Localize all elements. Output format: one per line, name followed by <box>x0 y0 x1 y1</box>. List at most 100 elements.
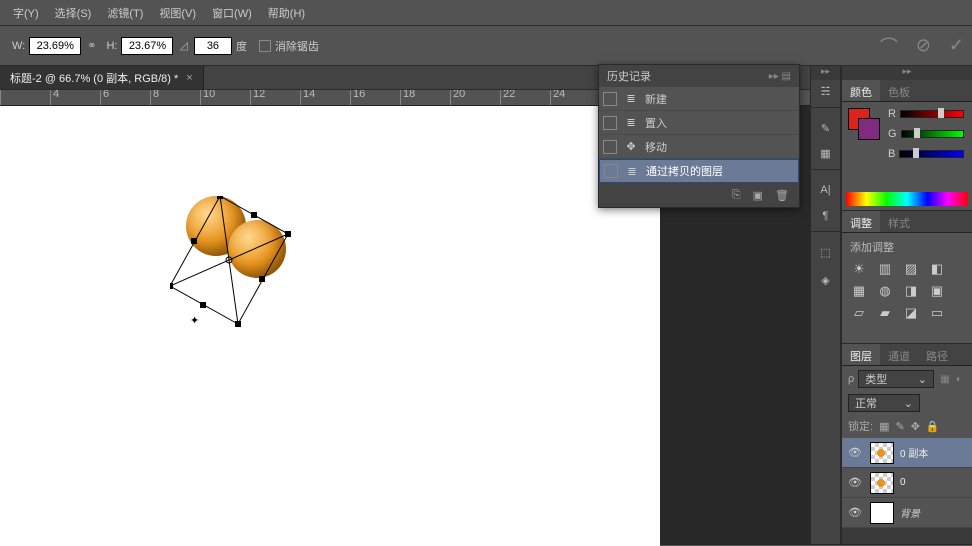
g-slider[interactable]: G <box>888 128 968 140</box>
camera-icon[interactable]: ▣ <box>753 189 763 202</box>
bw-icon[interactable]: ◨ <box>902 283 920 299</box>
document-icon: ≣ <box>623 92 639 105</box>
history-panel-icon[interactable]: ☵ <box>811 80 840 108</box>
layer-row[interactable]: 👁 0 副本 <box>842 438 972 468</box>
brightness-icon[interactable]: ☀ <box>850 261 868 277</box>
posterize-icon[interactable]: ▰ <box>876 305 894 321</box>
levels-icon[interactable]: ▥ <box>876 261 894 277</box>
curves-icon[interactable]: ▨ <box>902 261 920 277</box>
antialias-label: 消除锯齿 <box>275 38 319 54</box>
cancel-icon[interactable]: ⊘ <box>916 35 931 56</box>
collapsed-panel-dock: ▸▸ ☵ ✎ ▦ A| ¶ ⬚ ◈ <box>810 66 841 544</box>
exposure-icon[interactable]: ◧ <box>928 261 946 277</box>
layer-name[interactable]: 0 <box>900 477 906 488</box>
warp-icon[interactable]: ⌒ <box>880 33 898 59</box>
menu-select[interactable]: 选择(S) <box>47 1 100 25</box>
threshold-icon[interactable]: ◪ <box>902 305 920 321</box>
layer-row[interactable]: 👁 背景 <box>842 498 972 528</box>
layer-name[interactable]: 0 副本 <box>900 445 928 460</box>
history-item-checkbox[interactable] <box>603 92 617 106</box>
history-footer: ⎘ ▣ 🗑 <box>599 183 799 207</box>
tab-swatches[interactable]: 色板 <box>880 80 918 101</box>
visibility-icon[interactable]: 👁 <box>848 476 864 489</box>
brush-presets-icon[interactable]: ▦ <box>811 142 840 170</box>
color-panel-tabs: 颜色 色板 <box>842 80 972 102</box>
right-panels: ▸▸ 颜色 色板 R G B 调整 样式 添加调整 ☀▥ ▨◧ ▦◍ ◨▣ <box>841 66 972 544</box>
close-icon[interactable]: × <box>186 72 192 84</box>
move-icon: ✥ <box>623 140 639 153</box>
filter-adjust-icon[interactable]: ◐ <box>952 374 966 385</box>
lock-all-icon[interactable]: 🔒 <box>926 420 940 433</box>
menu-bar: 字(Y) 选择(S) 滤镜(T) 视图(V) 窗口(W) 帮助(H) <box>0 0 972 26</box>
history-item-checkbox[interactable] <box>604 164 618 178</box>
tab-styles[interactable]: 样式 <box>880 211 918 232</box>
lock-transparency-icon[interactable]: ▦ <box>879 420 889 433</box>
canvas[interactable]: ✦ <box>0 106 660 546</box>
visibility-icon[interactable]: 👁 <box>848 506 864 519</box>
layer-row[interactable]: 👁 0 <box>842 468 972 498</box>
photo-filter-icon[interactable]: ▣ <box>928 283 946 299</box>
layer-name[interactable]: 背景 <box>900 505 920 520</box>
commit-icon[interactable]: ✓ <box>949 35 964 56</box>
w-label: W: <box>12 40 25 52</box>
visibility-icon[interactable]: 👁 <box>848 446 864 459</box>
history-item-checkbox[interactable] <box>603 116 617 130</box>
expand-dock-icon[interactable]: ▸▸ <box>811 66 840 80</box>
history-item-label: 置入 <box>645 115 667 131</box>
h-label: H: <box>106 40 117 52</box>
collapse-panels-icon[interactable]: ▸▸ <box>842 66 972 80</box>
hue-ramp[interactable] <box>846 192 968 206</box>
history-item-move[interactable]: ✥ 移动 <box>599 135 799 159</box>
navigator-panel-icon[interactable]: ◈ <box>811 266 840 294</box>
tab-paths[interactable]: 路径 <box>918 344 956 365</box>
tab-adjustments[interactable]: 调整 <box>842 211 880 232</box>
history-item-checkbox[interactable] <box>603 140 617 154</box>
history-item-layer-via-copy[interactable]: ≣ 通过拷贝的图层 <box>599 159 799 183</box>
lock-position-icon[interactable]: ✥ <box>911 420 920 433</box>
menu-text[interactable]: 字(Y) <box>5 1 47 25</box>
w-input[interactable] <box>29 37 81 55</box>
gradient-map-icon[interactable]: ▭ <box>928 305 946 321</box>
sphere-copy[interactable] <box>228 220 286 278</box>
character-panel-icon[interactable]: A| <box>811 176 840 204</box>
styles-panel-icon[interactable]: ⬚ <box>811 238 840 266</box>
menu-help[interactable]: 帮助(H) <box>260 1 313 25</box>
filter-pixel-icon[interactable]: ▦ <box>938 374 952 385</box>
panel-menu-icon[interactable]: ▸▸ ▤ <box>769 71 791 82</box>
antialias-checkbox[interactable] <box>259 40 271 52</box>
tab-layers[interactable]: 图层 <box>842 344 880 365</box>
invert-icon[interactable]: ▱ <box>850 305 868 321</box>
paragraph-panel-icon[interactable]: ¶ <box>811 204 840 232</box>
h-input[interactable] <box>121 37 173 55</box>
history-header[interactable]: 历史记录 ▸▸ ▤ <box>599 65 799 87</box>
link-icon[interactable]: ⚭ <box>87 39 96 52</box>
angle-input[interactable] <box>194 37 232 55</box>
menu-window[interactable]: 窗口(W) <box>204 1 260 25</box>
background-color[interactable] <box>858 118 880 140</box>
layer-filter-type[interactable]: 类型⌄ <box>858 370 934 388</box>
blend-mode-select[interactable]: 正常⌄ <box>848 394 920 412</box>
angle-unit: 度 <box>236 38 247 54</box>
layer-thumbnail[interactable] <box>870 442 894 464</box>
tab-color[interactable]: 颜色 <box>842 80 880 101</box>
brush-panel-icon[interactable]: ✎ <box>811 114 840 142</box>
r-slider[interactable]: R <box>888 108 968 120</box>
document-tab[interactable]: 标题-2 @ 66.7% (0 副本, RGB/8) * × <box>0 66 204 89</box>
history-item-new[interactable]: ≣ 新建 <box>599 87 799 111</box>
tab-channels[interactable]: 通道 <box>880 344 918 365</box>
new-snapshot-icon[interactable]: ⎘ <box>732 189 741 202</box>
b-slider[interactable]: B <box>888 148 968 160</box>
history-item-label: 新建 <box>645 91 667 107</box>
lock-row: 锁定: ▦ ✎ ✥ 🔒 <box>842 414 972 438</box>
hue-icon[interactable]: ◍ <box>876 283 894 299</box>
trash-icon[interactable]: 🗑 <box>775 189 789 202</box>
vibrance-icon[interactable]: ▦ <box>850 283 868 299</box>
document-icon: ≣ <box>624 165 640 178</box>
history-item-place[interactable]: ≣ 置入 <box>599 111 799 135</box>
layer-thumbnail[interactable] <box>870 502 894 524</box>
layer-thumbnail[interactable] <box>870 472 894 494</box>
menu-view[interactable]: 视图(V) <box>151 1 204 25</box>
lock-paint-icon[interactable]: ✎ <box>895 420 904 433</box>
color-panel: R G B <box>842 102 972 210</box>
menu-filter[interactable]: 滤镜(T) <box>99 1 151 25</box>
